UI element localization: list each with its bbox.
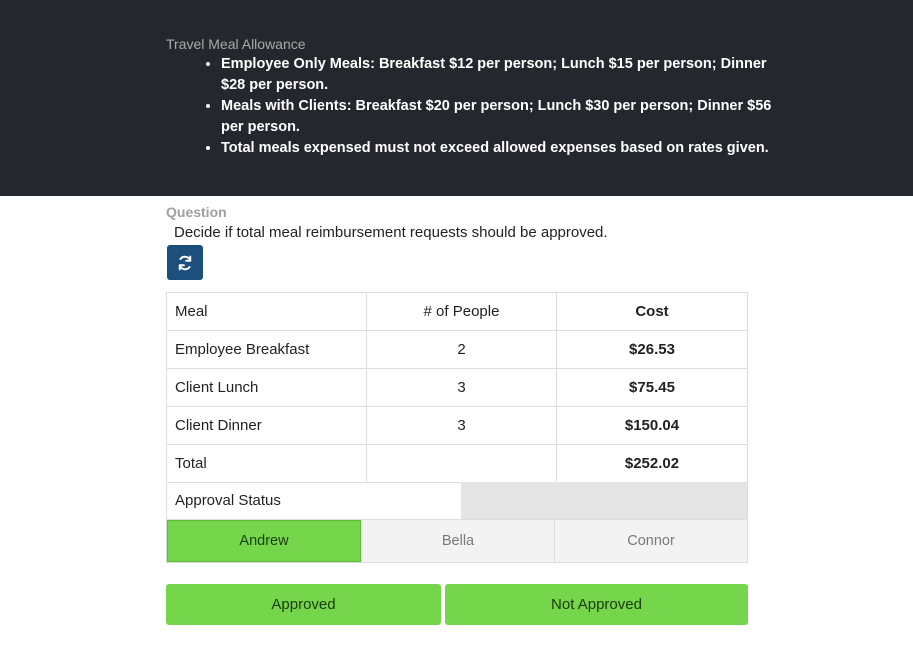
table-row: Client Lunch 3 $75.45 (166, 368, 748, 407)
total-cost-cell: $252.02 (556, 444, 748, 483)
meal-cell: Employee Breakfast (166, 330, 367, 369)
person-tab-bella[interactable]: Bella (361, 520, 554, 562)
cost-cell: $150.04 (556, 406, 748, 445)
person-tab-connor[interactable]: Connor (554, 520, 747, 562)
approval-status-label: Approval Status (175, 492, 281, 509)
policy-list: Employee Only Meals: Breakfast $12 per p… (166, 54, 791, 159)
refresh-icon (176, 254, 194, 272)
question-label: Question (166, 204, 227, 220)
table-row: Employee Breakfast 2 $26.53 (166, 330, 748, 369)
question-text: Decide if total meal reimbursement reque… (174, 224, 608, 241)
cost-cell: $75.45 (556, 368, 748, 407)
column-header-cost: Cost (556, 292, 748, 331)
cost-cell: $26.53 (556, 330, 748, 369)
meal-table: Meal # of People Cost Employee Breakfast… (166, 292, 748, 483)
total-label-cell: Total (166, 444, 367, 483)
policy-panel: Travel Meal Allowance Employee Only Meal… (0, 0, 913, 196)
people-cell: 3 (366, 368, 557, 407)
column-header-meal: Meal (166, 292, 367, 331)
meal-cell: Client Lunch (166, 368, 367, 407)
table-total-row: Total $252.02 (166, 444, 748, 483)
people-cell: 3 (366, 406, 557, 445)
total-people-cell (366, 444, 557, 483)
not-approved-button[interactable]: Not Approved (445, 584, 748, 625)
refresh-button[interactable] (167, 245, 203, 280)
approval-status-row: Approval Status (166, 482, 748, 520)
person-selector: Andrew Bella Connor (166, 520, 748, 563)
table-row: Client Dinner 3 $150.04 (166, 406, 748, 445)
policy-item: Total meals expensed must not exceed all… (221, 138, 791, 159)
column-header-people: # of People (366, 292, 557, 331)
approved-button[interactable]: Approved (166, 584, 441, 625)
policy-item: Employee Only Meals: Breakfast $12 per p… (221, 54, 791, 96)
person-tab-andrew[interactable]: Andrew (167, 520, 361, 562)
policy-title: Travel Meal Allowance (166, 36, 306, 52)
meal-cell: Client Dinner (166, 406, 367, 445)
table-header-row: Meal # of People Cost (166, 292, 748, 331)
people-cell: 2 (366, 330, 557, 369)
approval-status-value (461, 482, 747, 519)
policy-item: Meals with Clients: Breakfast $20 per pe… (221, 96, 791, 138)
